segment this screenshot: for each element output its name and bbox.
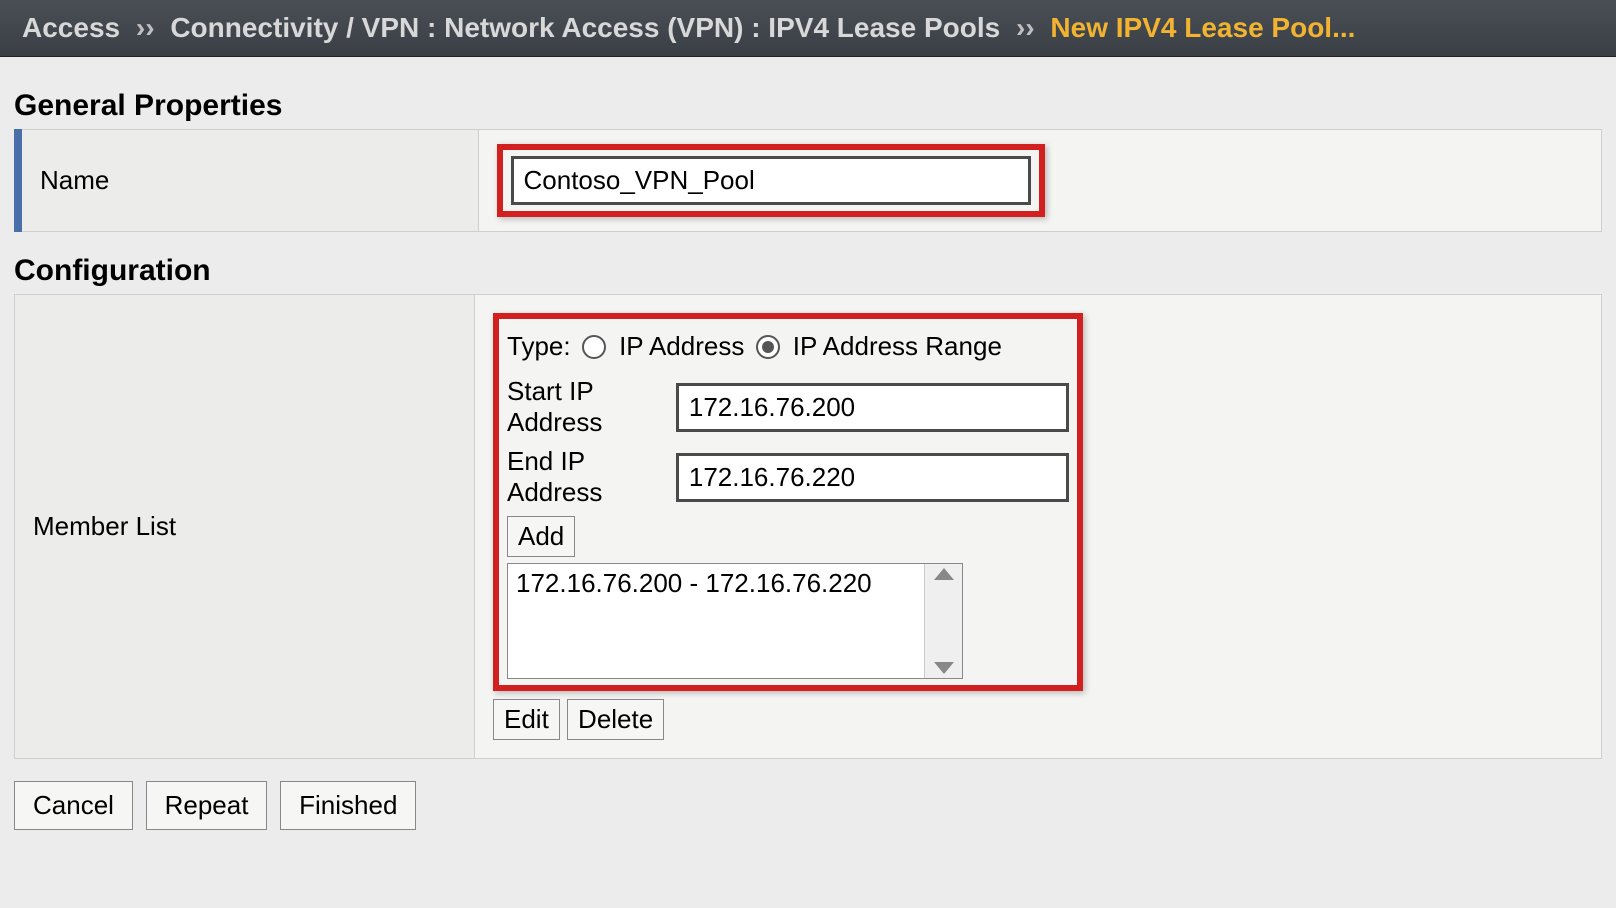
listbox-scrollbar[interactable] xyxy=(924,564,962,678)
edit-button[interactable]: Edit xyxy=(493,699,560,740)
list-item[interactable]: 172.16.76.200 - 172.16.76.220 xyxy=(508,564,962,603)
breadcrumb-current: New IPV4 Lease Pool... xyxy=(1050,12,1355,43)
configuration-table: Member List Type: IP Address IP Address … xyxy=(14,294,1602,759)
config-highlight: Type: IP Address IP Address Range Start … xyxy=(493,313,1083,691)
finished-button[interactable]: Finished xyxy=(280,781,416,830)
cancel-button[interactable]: Cancel xyxy=(14,781,133,830)
type-option-ip: IP Address xyxy=(619,331,744,361)
radio-ip-range[interactable] xyxy=(756,335,780,359)
repeat-button[interactable]: Repeat xyxy=(146,781,268,830)
scroll-down-icon[interactable] xyxy=(934,662,954,674)
section-general-properties: General Properties xyxy=(14,89,1602,123)
type-option-range: IP Address Range xyxy=(793,331,1002,361)
scroll-up-icon[interactable] xyxy=(934,568,954,580)
radio-ip-address[interactable] xyxy=(582,335,606,359)
name-highlight xyxy=(497,144,1045,217)
type-row: Type: IP Address IP Address Range xyxy=(507,331,1069,362)
type-label: Type: xyxy=(507,331,571,361)
member-list-label: Member List xyxy=(15,295,475,759)
breadcrumb-item-2[interactable]: Connectivity / VPN : Network Access (VPN… xyxy=(170,12,1000,43)
end-ip-label: End IP Address xyxy=(507,446,676,508)
breadcrumb-sep-1: ›› xyxy=(136,12,155,43)
name-input[interactable] xyxy=(511,156,1031,205)
start-ip-input[interactable] xyxy=(676,383,1069,432)
name-label: Name xyxy=(18,130,478,232)
section-configuration: Configuration xyxy=(14,254,1602,288)
start-ip-label: Start IP Address xyxy=(507,376,676,438)
breadcrumb-sep-2: ›› xyxy=(1016,12,1035,43)
delete-button[interactable]: Delete xyxy=(567,699,664,740)
general-properties-table: Name xyxy=(14,129,1602,232)
member-listbox[interactable]: 172.16.76.200 - 172.16.76.220 xyxy=(507,563,963,679)
footer-buttons: Cancel Repeat Finished xyxy=(14,781,1602,830)
add-button[interactable]: Add xyxy=(507,516,575,557)
breadcrumb: Access ›› Connectivity / VPN : Network A… xyxy=(0,0,1616,57)
end-ip-input[interactable] xyxy=(676,453,1069,502)
breadcrumb-item-1[interactable]: Access xyxy=(22,12,120,43)
